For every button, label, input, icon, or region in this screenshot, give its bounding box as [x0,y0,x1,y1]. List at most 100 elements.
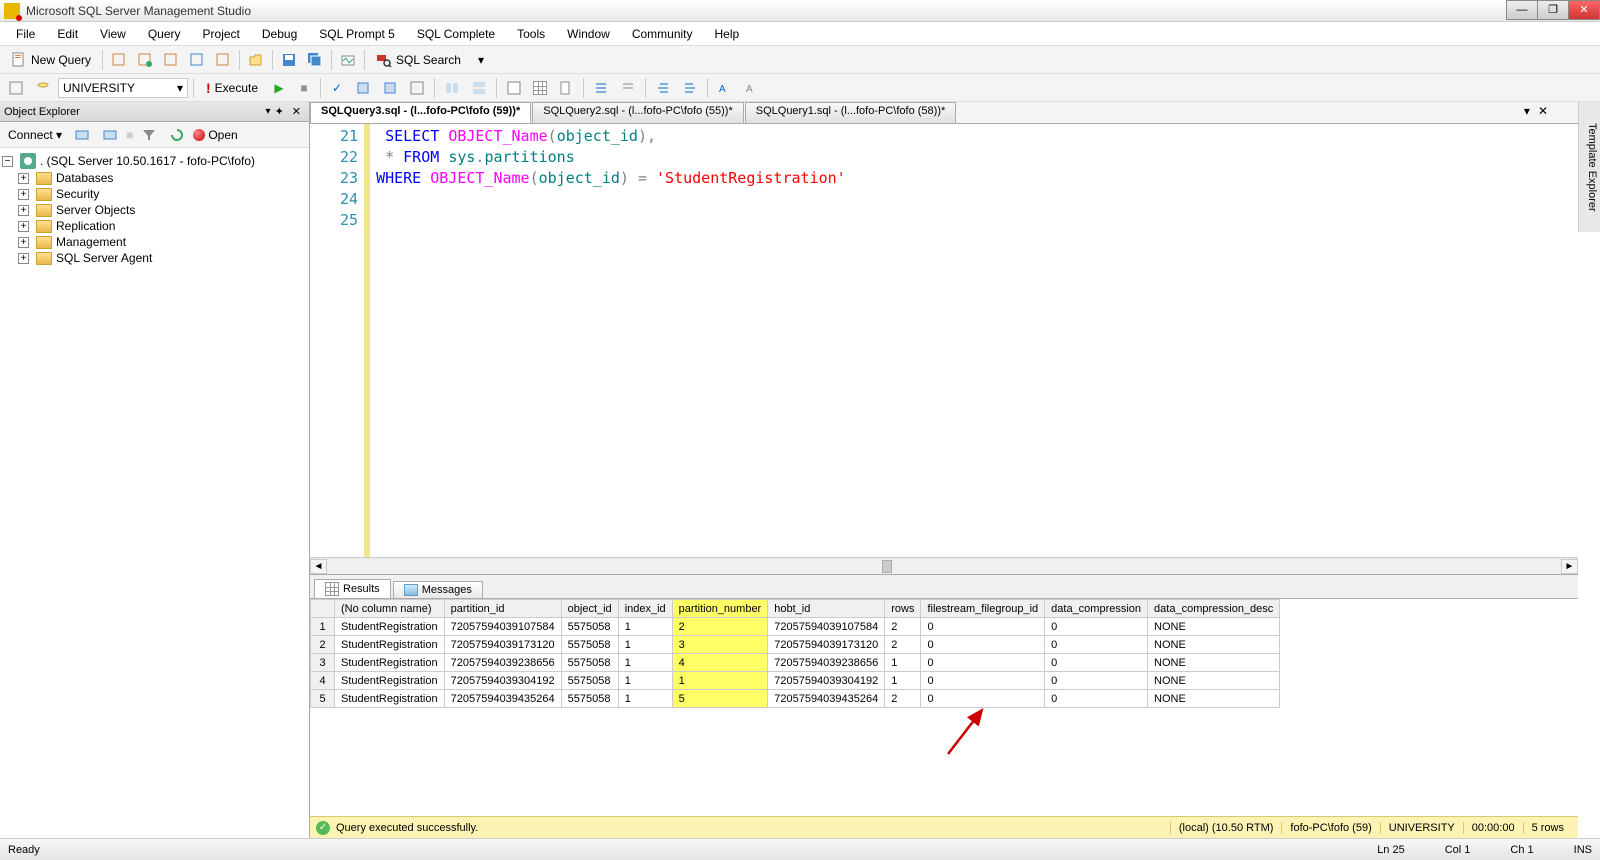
toolbar2-btn-3[interactable] [351,77,375,99]
object-explorer-tree[interactable]: − . (SQL Server 10.50.1617 - fofo-PC\fof… [0,148,309,838]
tab-sqlquery1[interactable]: SQLQuery1.sql - (l...fofo-PC\fofo (58))* [745,102,957,123]
minimize-button[interactable]: — [1506,0,1538,20]
menu-help[interactable]: Help [705,25,750,43]
menu-query[interactable]: Query [138,25,191,43]
toolbar2-btn-6[interactable] [440,77,464,99]
scroll-right-icon[interactable]: ► [1561,559,1578,574]
expand-icon[interactable]: + [18,189,29,200]
results-grid[interactable]: (No column name)partition_idobject_idind… [310,598,1578,816]
expand-icon[interactable]: + [18,237,29,248]
scroll-left-icon[interactable]: ◄ [310,559,327,574]
new-query-button[interactable]: New Query [4,49,98,71]
tree-management[interactable]: +Management [2,234,307,250]
col-header[interactable]: data_compression [1045,600,1148,618]
toolbar-btn-1[interactable] [107,49,131,71]
toolbar-btn-3[interactable] [159,49,183,71]
activity-monitor-button[interactable] [336,49,360,71]
tree-server-objects[interactable]: +Server Objects [2,202,307,218]
col-header[interactable]: index_id [618,600,672,618]
table-row[interactable]: 2StudentRegistration72057594039173120557… [311,636,1280,654]
col-header[interactable]: (No column name) [335,600,445,618]
menu-sqlcomplete[interactable]: SQL Complete [407,25,505,43]
menu-community[interactable]: Community [622,25,703,43]
sql-search-button[interactable]: SQL Search [369,49,468,71]
toolbar-dropdown[interactable]: ▾ [470,49,492,71]
messages-tab[interactable]: Messages [393,581,483,598]
uncomment-button[interactable] [616,77,640,99]
results-tab[interactable]: Results [314,579,391,598]
menu-window[interactable]: Window [557,25,620,43]
table-row[interactable]: 1StudentRegistration72057594039107584557… [311,618,1280,636]
indent-button[interactable] [678,77,702,99]
code-editor[interactable]: 21 22 23 24 25 SELECT OBJECT_Name(object… [310,124,1578,557]
tab-sqlquery3[interactable]: SQLQuery3.sql - (l...fofo-PC\fofo (59))* [310,102,531,123]
tree-databases[interactable]: +Databases [2,170,307,186]
results-to-grid-button[interactable] [529,77,551,99]
execute-button[interactable]: ! Execute [199,77,265,99]
results-to-text-button[interactable] [502,77,526,99]
oe-open-link[interactable]: Open [193,128,237,142]
toolbar-btn-4[interactable] [185,49,209,71]
close-button[interactable]: ✕ [1568,0,1600,20]
menu-tools[interactable]: Tools [507,25,555,43]
menu-debug[interactable]: Debug [252,25,307,43]
maximize-button[interactable]: ❐ [1537,0,1569,20]
toolbar2-btn-1[interactable] [4,77,28,99]
table-row[interactable]: 5StudentRegistration72057594039435264557… [311,690,1280,708]
menu-sqlprompt[interactable]: SQL Prompt 5 [309,25,405,43]
expand-icon[interactable]: + [18,173,29,184]
database-selector[interactable]: UNIVERSITY ▾ [58,78,188,98]
open-file-button[interactable] [244,49,268,71]
code-content[interactable]: SELECT OBJECT_Name(object_id), * FROM sy… [370,124,852,557]
tab-active-files-icon[interactable]: ▾ [1522,104,1532,121]
toolbar2-btn-7[interactable] [467,77,491,99]
oe-filter-button[interactable] [137,124,161,146]
save-button[interactable] [277,49,301,71]
table-row[interactable]: 3StudentRegistration72057594039238656557… [311,654,1280,672]
oe-refresh-button[interactable] [165,124,189,146]
oe-btn-1[interactable] [70,124,94,146]
tab-close-icon[interactable]: ✕ [1536,104,1550,121]
editor-hscroll[interactable]: ◄ ► [310,557,1578,574]
tree-sql-server-agent[interactable]: +SQL Server Agent [2,250,307,266]
menu-project[interactable]: Project [193,25,250,43]
col-header[interactable]: partition_number [672,600,768,618]
col-header[interactable]: hobt_id [768,600,885,618]
outdent-button[interactable] [651,77,675,99]
save-all-button[interactable] [303,49,327,71]
menu-edit[interactable]: Edit [47,25,88,43]
col-header[interactable]: filestream_filegroup_id [921,600,1045,618]
debug-button[interactable]: ▶ [268,77,290,99]
toolbar2-btn-5[interactable] [405,77,429,99]
collapse-icon[interactable]: − [2,156,13,167]
col-header[interactable]: partition_id [444,600,561,618]
expand-icon[interactable]: + [18,221,29,232]
panel-pushpin-icon[interactable]: ✦ [271,105,288,118]
toolbar-btn-2[interactable] [133,49,157,71]
stop-button[interactable]: ■ [293,77,315,99]
col-header[interactable]: rows [885,600,921,618]
tab-sqlquery2[interactable]: SQLQuery2.sql - (l...fofo-PC\fofo (55))* [532,102,744,123]
col-header[interactable]: data_compression_desc [1148,600,1280,618]
specify-values-button[interactable]: A [713,77,737,99]
panel-close-icon[interactable]: ✕ [288,105,305,118]
menu-file[interactable]: File [6,25,45,43]
toolbar2-btn-4[interactable] [378,77,402,99]
parse-button[interactable]: ✓ [326,77,348,99]
toolbar2-btn-2[interactable] [31,77,55,99]
connect-button[interactable]: Connect ▾ [4,126,66,144]
expand-icon[interactable]: + [18,205,29,216]
col-header[interactable]: object_id [561,600,618,618]
tree-replication[interactable]: +Replication [2,218,307,234]
template-explorer-tab[interactable]: Template Explorer [1578,102,1600,232]
toolbar-btn-5[interactable] [211,49,235,71]
menu-view[interactable]: View [90,25,136,43]
toolbar2-btn-last[interactable]: A [740,77,764,99]
oe-btn-2[interactable] [98,124,122,146]
tree-server-node[interactable]: − . (SQL Server 10.50.1617 - fofo-PC\fof… [2,152,307,170]
comment-button[interactable] [589,77,613,99]
results-to-file-button[interactable] [554,77,578,99]
expand-icon[interactable]: + [18,253,29,264]
table-row[interactable]: 4StudentRegistration72057594039304192557… [311,672,1280,690]
tree-security[interactable]: +Security [2,186,307,202]
